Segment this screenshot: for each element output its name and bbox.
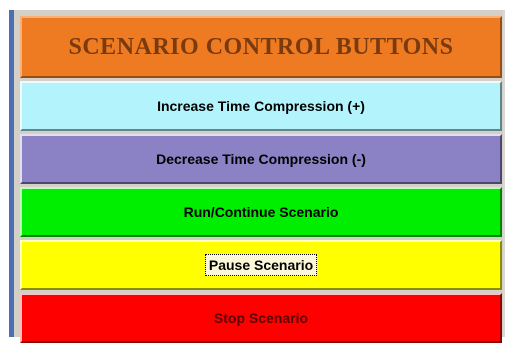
scenario-control-panel: SCENARIO CONTROL BUTTONS Increase Time C… — [14, 10, 503, 343]
run-continue-scenario-button[interactable]: Run/Continue Scenario — [20, 187, 502, 237]
increase-time-compression-label: Increase Time Compression (+) — [157, 98, 365, 114]
decrease-time-compression-label: Decrease Time Compression (-) — [156, 151, 366, 167]
pause-scenario-label: Pause Scenario — [204, 254, 318, 276]
decrease-time-compression-button[interactable]: Decrease Time Compression (-) — [20, 134, 502, 184]
panel-title: SCENARIO CONTROL BUTTONS — [68, 33, 454, 60]
pause-scenario-button[interactable]: Pause Scenario — [20, 240, 502, 290]
panel-header: SCENARIO CONTROL BUTTONS — [20, 16, 502, 78]
window-right-border — [503, 10, 505, 337]
run-continue-scenario-label: Run/Continue Scenario — [183, 204, 339, 220]
increase-time-compression-button[interactable]: Increase Time Compression (+) — [20, 81, 502, 131]
stop-scenario-button[interactable]: Stop Scenario — [20, 293, 502, 343]
window: SCENARIO CONTROL BUTTONS Increase Time C… — [0, 0, 511, 343]
stop-scenario-label: Stop Scenario — [213, 310, 309, 326]
